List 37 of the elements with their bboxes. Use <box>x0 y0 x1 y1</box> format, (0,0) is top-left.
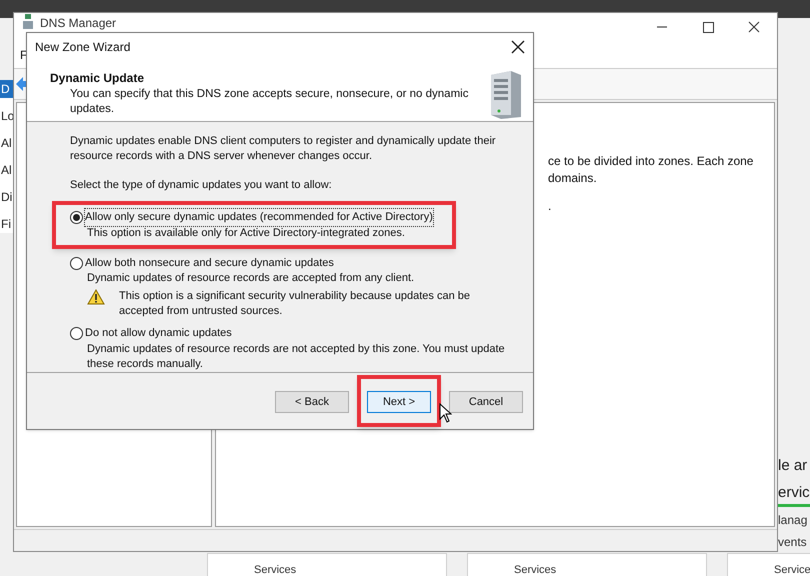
window-title: DNS Manager <box>40 15 116 32</box>
wizard-button[interactable]: Cancel <box>449 391 523 414</box>
option-description: This option is available only for Active Directory-integrated zones. <box>86 226 406 241</box>
wizard-button[interactable]: Next > <box>367 391 431 414</box>
step-subtitle: You can specify that this DNS zone accepts secure, nonsecure, or no dynamic updates. <box>69 86 470 117</box>
option-label[interactable]: Allow both nonsecure and secure dynamic updates <box>85 254 334 272</box>
step-heading: Dynamic Update <box>50 70 146 87</box>
app-icon <box>22 14 34 30</box>
side-text: vents <box>778 534 808 551</box>
pointer-icon <box>439 402 452 423</box>
wizard-button[interactable]: < Back <box>275 391 349 414</box>
nav-item[interactable]: D <box>0 80 14 98</box>
radio-button[interactable] <box>70 211 83 224</box>
tile-title: Services <box>254 564 296 576</box>
nav-item[interactable]: Di <box>0 188 14 206</box>
option-label[interactable]: Do not allow dynamic updates <box>85 325 232 342</box>
radio-button[interactable] <box>70 327 83 340</box>
option-description: Dynamic updates of resource records are not accepted by this zone. You must update these records manually. <box>86 342 506 372</box>
warning-icon <box>87 289 105 306</box>
tile-title: Services <box>514 564 556 576</box>
warning-text: This option is a significant security vulnerability because updates can be accepted from untrusted sources. <box>119 289 471 320</box>
side-text: lanag <box>778 512 808 529</box>
description-text: . <box>548 198 552 215</box>
nav-item[interactable]: Al <box>0 134 14 152</box>
intro-text: Dynamic updates enable DNS client computers to register and dynamically update their resource records with a DNS server whenever changes occur. <box>70 134 497 164</box>
prompt-text: Select the type of dynamic updates you want to allow: <box>70 178 333 193</box>
description-text: domains. <box>548 170 597 187</box>
tile-title: Service <box>774 564 810 576</box>
close-icon[interactable] <box>511 40 525 54</box>
side-text: le ar <box>778 456 808 476</box>
nav-item[interactable]: Al <box>0 161 14 179</box>
description-text: ce to be divided into zones. Each zone <box>548 153 754 170</box>
radio-button[interactable] <box>70 256 83 270</box>
nav-item[interactable]: Fi <box>0 215 14 233</box>
dialog-title: New Zone Wizard <box>35 38 130 56</box>
option-description: Dynamic updates of resource records are accepted from any client. <box>86 271 416 286</box>
option-label[interactable]: Allow only secure dynamic updates (recommended for Active Directory) <box>85 209 433 226</box>
